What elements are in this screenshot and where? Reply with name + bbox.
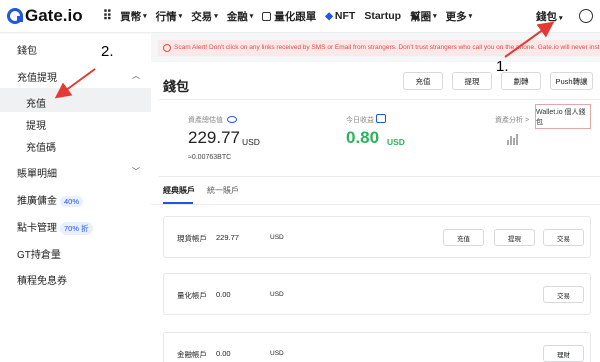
- asset-analysis-link[interactable]: 資產分析 >: [495, 115, 529, 125]
- spot-withdraw-button[interactable]: 提現: [494, 229, 535, 246]
- account-unit: USD: [270, 234, 284, 241]
- divider: [151, 204, 600, 205]
- chevron-down-icon: ▾: [143, 13, 147, 20]
- total-assets-label: 資產總估值: [188, 117, 223, 124]
- wallet-card: 錢包 充值 提現 劃轉 Push轉讓 資產總估值 229.77 USD ≈0.0…: [151, 62, 600, 362]
- gate-logo[interactable]: Gate.io: [7, 6, 83, 26]
- divider: [159, 176, 600, 177]
- nav-label: Startup: [364, 10, 402, 22]
- account-row-spot: 現貨帳戶 229.77 USD 充值 提現 交易: [163, 216, 591, 258]
- sidebar-item-wallet[interactable]: 錢包: [17, 42, 37, 57]
- alert-text: Scam Alert! Don't click on any links rec…: [174, 44, 600, 51]
- tab-classic-account[interactable]: 經典賬戶: [163, 185, 195, 196]
- sidebar-item-points[interactable]: 點卡管理 70% 折: [17, 219, 93, 235]
- copy-trading-icon: [262, 11, 272, 21]
- chevron-down-icon: ▾: [559, 15, 563, 22]
- annotation-label-2: 2.: [101, 43, 114, 60]
- total-assets-btc: ≈0.00763BTC: [188, 154, 232, 161]
- sidebar-item-coupons[interactable]: 積程免息券: [17, 272, 67, 287]
- page-title: 錢包: [163, 79, 190, 94]
- deposit-button[interactable]: 充值: [403, 72, 443, 90]
- total-assets-value: 229.77: [188, 128, 240, 147]
- apps-grid-icon[interactable]: ⠿: [103, 8, 113, 24]
- nav-trade[interactable]: 交易 ▾: [191, 9, 218, 24]
- chevron-down-icon: ▾: [178, 13, 183, 20]
- chevron-down-icon: ▾: [433, 13, 437, 20]
- sidebar-item-referral[interactable]: 推廣傭金 40%: [17, 192, 84, 207]
- nav-label: 行情: [155, 10, 177, 23]
- user-avatar-icon[interactable]: [579, 9, 593, 23]
- account-name: 現貨帳戶: [177, 234, 207, 243]
- account-unit: USD: [270, 350, 284, 357]
- eye-icon[interactable]: [227, 116, 237, 123]
- nav-label: 買幣: [120, 10, 142, 23]
- nav-finance[interactable]: 金融 ▾: [227, 9, 254, 24]
- today-profit-label: 今日收益: [346, 117, 374, 124]
- tab-unified-account[interactable]: 統一賬戶: [207, 185, 239, 196]
- wallet-io-button[interactable]: Wallet.io 個人錢包: [535, 104, 591, 129]
- chevron-down-icon: ▾: [249, 13, 254, 20]
- account-name: 金融帳戶: [177, 350, 207, 359]
- nav-startup[interactable]: Startup: [364, 10, 401, 22]
- nav-buy-crypto[interactable]: 買幣 ▾: [120, 9, 147, 24]
- bar-chart-icon[interactable]: [507, 134, 519, 145]
- nav-label: NFT: [334, 10, 356, 22]
- nav-copy-trading[interactable]: 量化跟單: [262, 9, 316, 24]
- annotation-label-1: 1.: [496, 58, 509, 75]
- spot-trade-button[interactable]: 交易: [543, 229, 584, 246]
- sidebar: 錢包 充值提現 ︿ 充值 提現 充值碼 賬單明細 ﹀ 推廣傭金 40% 點卡管理 7…: [0, 34, 151, 362]
- spot-deposit-button[interactable]: 充值: [443, 229, 484, 246]
- nav-nft[interactable]: ◆ NFT: [325, 10, 355, 22]
- quant-trade-button[interactable]: 交易: [543, 286, 584, 303]
- account-row-quant: 量化帳戶 0.00 USD 交易: [163, 273, 591, 315]
- sidebar-item-deposit-withdraw[interactable]: 充值提現: [17, 69, 57, 84]
- sidebar-item-label: 點卡管理: [17, 223, 57, 234]
- points-badge: 70% 折: [60, 222, 93, 235]
- nft-icon: ◆: [325, 10, 333, 22]
- account-value: 229.77: [216, 233, 239, 242]
- account-unit: USD: [270, 291, 284, 298]
- nav-label: 金融: [226, 10, 248, 23]
- scam-alert-banner: Scam Alert! Don't click on any links rec…: [158, 40, 600, 56]
- account-value: 0.00: [216, 349, 231, 358]
- nav-label: 幫圈: [410, 10, 432, 23]
- logo-text: Gate.io: [25, 6, 83, 25]
- today-profit-unit: USD: [387, 137, 405, 147]
- account-name: 量化帳戶: [177, 291, 207, 300]
- nav-more[interactable]: 更多 ▾: [446, 9, 473, 24]
- account-row-finance: 金融帳戶 0.00 USD 理財: [163, 332, 591, 362]
- chevron-up-icon[interactable]: ︿: [132, 70, 140, 81]
- referral-badge: 40%: [60, 196, 84, 207]
- top-navbar: Gate.io ⠿ 買幣 ▾ 行情 ▾ 交易 ▾ 金融 ▾ 量化跟單 ◆ NFT Star…: [0, 0, 600, 33]
- nav-label: 更多: [445, 10, 467, 23]
- sidebar-item-label: 推廣傭金: [17, 196, 57, 207]
- nav-markets[interactable]: 行情 ▾: [156, 9, 183, 24]
- divider: [159, 99, 600, 100]
- sidebar-item-gt-holding[interactable]: GT持倉量: [17, 246, 61, 261]
- sidebar-item-bills[interactable]: 賬單明細: [17, 165, 57, 180]
- gate-logo-icon: [7, 8, 23, 24]
- share-icon[interactable]: [376, 114, 386, 123]
- sidebar-item-deposit-code[interactable]: 充值碼: [26, 139, 56, 154]
- finance-invest-button[interactable]: 理財: [543, 345, 584, 362]
- nav-label: 量化跟單: [274, 10, 317, 23]
- sidebar-active-highlight: [0, 88, 151, 112]
- push-transfer-button[interactable]: Push轉讓: [550, 72, 593, 90]
- sidebar-item-deposit[interactable]: 充值: [26, 95, 46, 110]
- chevron-down-icon: ▾: [214, 13, 218, 20]
- nav-label: 交易: [191, 10, 213, 23]
- today-profit-value: 0.80: [346, 128, 380, 147]
- total-assets-unit: USD: [242, 137, 260, 147]
- nav-wallet[interactable]: 錢包 ▾: [536, 9, 563, 24]
- nav-wallet-label: 錢包: [536, 11, 557, 23]
- account-value: 0.00: [216, 290, 231, 299]
- nav-community[interactable]: 幫圈 ▾: [410, 9, 437, 24]
- warning-icon: [163, 44, 171, 52]
- chevron-down-icon[interactable]: ﹀: [132, 166, 140, 177]
- sidebar-item-withdraw[interactable]: 提現: [26, 117, 46, 132]
- chevron-down-icon: ▾: [468, 13, 473, 20]
- withdraw-button[interactable]: 提現: [452, 72, 492, 90]
